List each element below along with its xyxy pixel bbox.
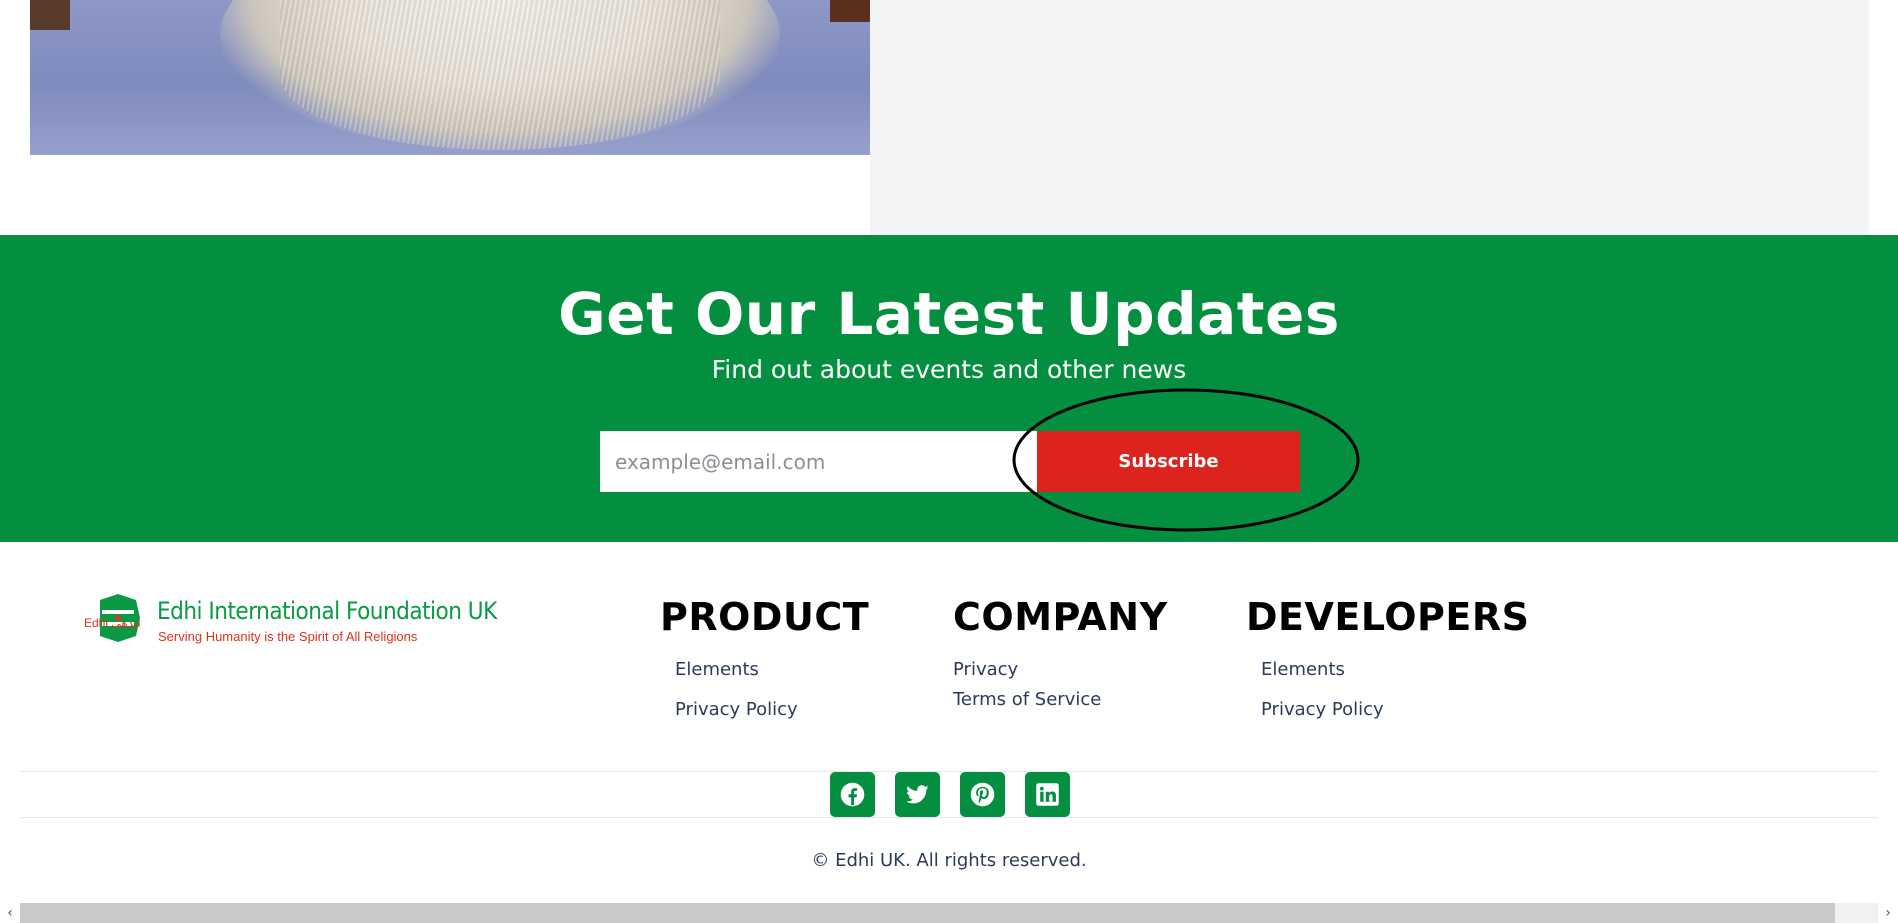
scroll-left-arrow[interactable]: ‹ xyxy=(0,903,20,923)
pinterest-link[interactable] xyxy=(960,772,1005,817)
footer-column-title-company: COMPANY xyxy=(953,595,1168,639)
linkedin-link[interactable] xyxy=(1025,772,1070,817)
footer-column-title-product: PRODUCT xyxy=(660,595,870,639)
newsletter-title: Get Our Latest Updates xyxy=(558,280,1340,348)
logo-brand-mark: Edhi ایدھی xyxy=(84,616,141,630)
footer-link-terms-of-service[interactable]: Terms of Service xyxy=(953,689,1101,710)
facebook-link[interactable] xyxy=(830,772,875,817)
facebook-icon xyxy=(840,782,865,807)
twitter-icon xyxy=(906,785,929,804)
logo-tagline: Serving Humanity is the Spirit of All Re… xyxy=(158,629,418,644)
footer-link-privacy-policy[interactable]: Privacy Policy xyxy=(675,699,798,720)
footer-column-title-developers: DEVELOPERS xyxy=(1246,595,1530,639)
email-input[interactable] xyxy=(600,431,1037,492)
twitter-link[interactable] xyxy=(895,772,940,817)
footer-logo[interactable]: Edhi ایدھی Edhi International Foundation… xyxy=(82,592,497,652)
footer-link-privacy-policy[interactable]: Privacy Policy xyxy=(1261,699,1384,720)
top-content-region xyxy=(0,0,1898,235)
logo-name: Edhi International Foundation UK xyxy=(157,597,497,625)
footer-link-elements[interactable]: Elements xyxy=(1261,659,1345,680)
linkedin-icon xyxy=(1036,783,1059,806)
footer-link-privacy[interactable]: Privacy xyxy=(953,659,1018,680)
copyright-text: © Edhi UK. All rights reserved. xyxy=(811,850,1087,871)
pinterest-icon xyxy=(970,782,995,807)
footer-divider xyxy=(20,817,1878,818)
side-content-panel xyxy=(870,0,1869,235)
scroll-right-arrow[interactable]: › xyxy=(1878,903,1898,923)
horizontal-scrollbar[interactable]: ‹ › xyxy=(0,903,1898,923)
photo-background-detail xyxy=(30,0,70,30)
subscribe-button[interactable]: Subscribe xyxy=(1037,431,1300,492)
newsletter-section: Get Our Latest Updates Find out about ev… xyxy=(0,235,1898,542)
hero-photo xyxy=(30,0,950,155)
scrollbar-thumb[interactable] xyxy=(20,903,1835,923)
newsletter-subtitle: Find out about events and other news xyxy=(711,355,1187,384)
footer-divider xyxy=(20,771,1878,772)
site-footer: Edhi ایدھی Edhi International Foundation… xyxy=(0,542,1898,923)
footer-link-elements[interactable]: Elements xyxy=(675,659,759,680)
photo-subject-texture xyxy=(280,0,720,150)
